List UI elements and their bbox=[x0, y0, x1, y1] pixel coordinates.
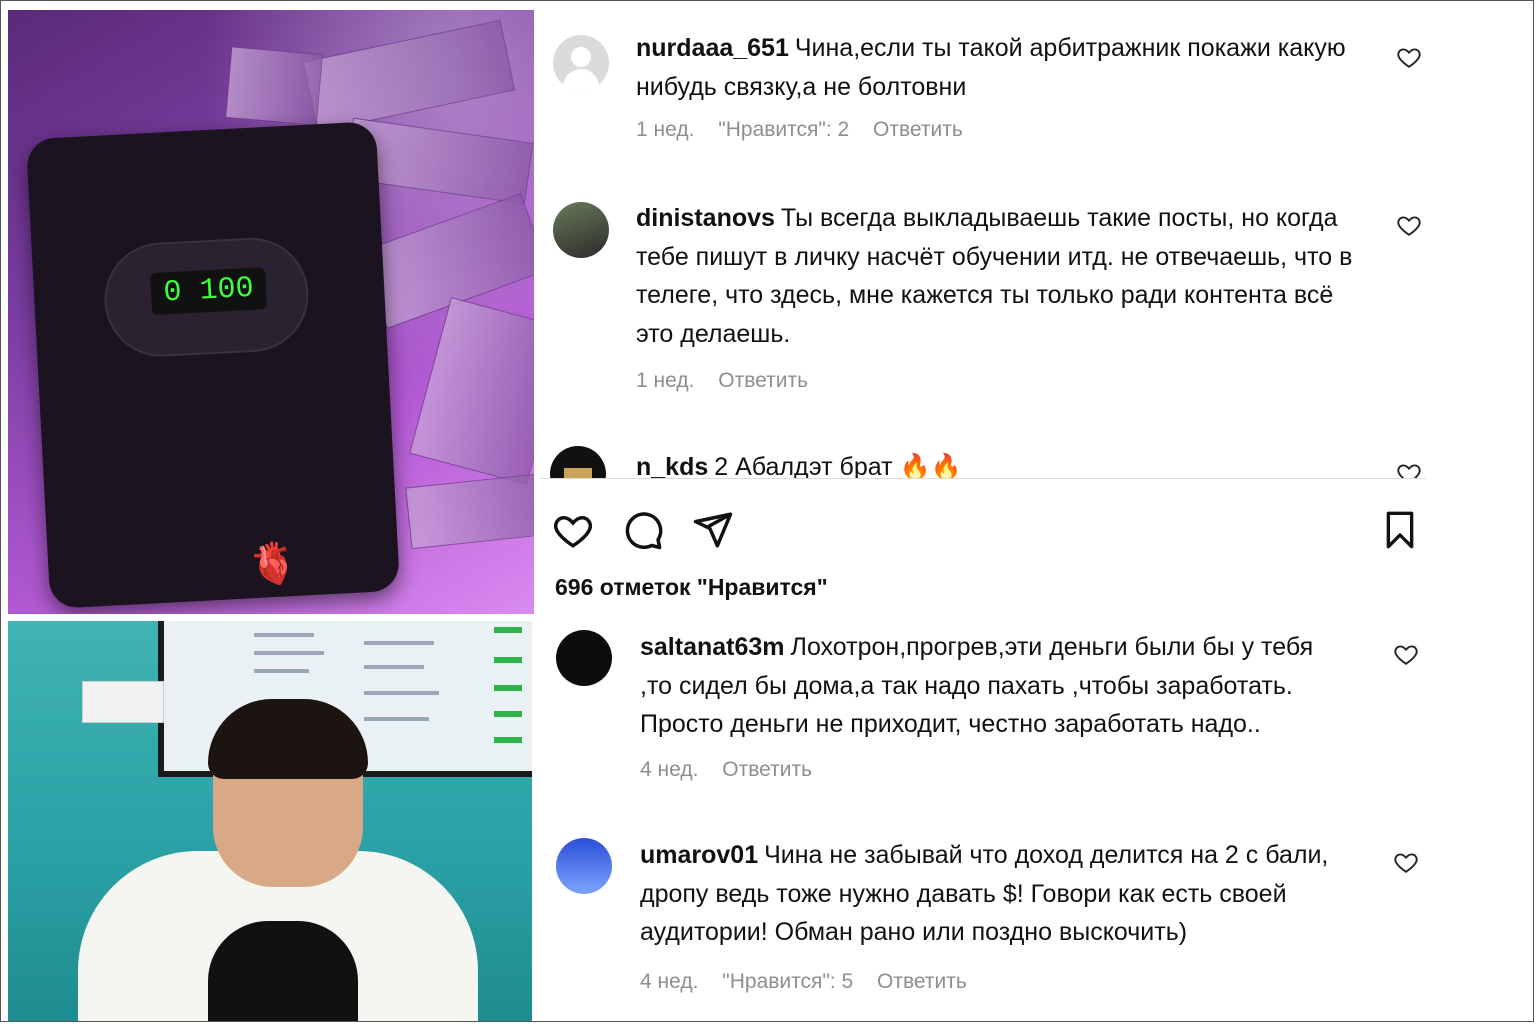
reply-button[interactable]: Ответить bbox=[718, 369, 808, 392]
comment-username[interactable]: umarov01 bbox=[640, 841, 758, 869]
black-bag bbox=[208, 921, 358, 1022]
banknote-stack bbox=[225, 46, 323, 126]
likes-count[interactable]: 696 отметок "Нравится" bbox=[555, 574, 828, 601]
comment-username[interactable]: dinistanovs bbox=[636, 204, 775, 232]
avatar[interactable] bbox=[553, 202, 609, 258]
heart-outline-icon[interactable] bbox=[1396, 212, 1422, 238]
comment-text: 2 Абалдэт брат 🔥🔥 bbox=[714, 453, 962, 478]
post-photo-money-counter: 0 100 🫀 bbox=[8, 10, 534, 614]
comment-time[interactable]: 1 нед. bbox=[636, 118, 694, 141]
avatar[interactable] bbox=[550, 446, 606, 478]
comment-item-partial: n_kds 2 Абалдэт брат 🔥🔥 bbox=[540, 438, 1440, 478]
heart-outline-icon[interactable] bbox=[1393, 849, 1419, 875]
comment-username[interactable]: n_kds bbox=[636, 453, 708, 478]
heart-outline-icon[interactable] bbox=[1393, 641, 1419, 667]
avatar[interactable] bbox=[553, 35, 609, 91]
comment-time[interactable]: 4 нед. bbox=[640, 970, 698, 993]
reply-button[interactable]: Ответить bbox=[722, 758, 812, 781]
banknote-stack bbox=[405, 472, 534, 550]
paper-plane-icon[interactable] bbox=[692, 508, 734, 552]
comment-username[interactable]: saltanat63m bbox=[640, 633, 785, 661]
counter-control-panel: 0 100 bbox=[101, 234, 312, 360]
comment-likes[interactable]: "Нравится": 2 bbox=[718, 118, 849, 141]
heart-outline-icon[interactable] bbox=[552, 508, 594, 552]
reply-button[interactable]: Ответить bbox=[877, 970, 967, 993]
avatar[interactable] bbox=[556, 838, 612, 894]
comment-username[interactable]: nurdaaa_651 bbox=[636, 34, 789, 62]
heart-outline-icon[interactable] bbox=[1396, 460, 1422, 478]
bookmark-icon[interactable] bbox=[1380, 508, 1420, 552]
comment-likes[interactable]: "Нравится": 5 bbox=[722, 970, 853, 993]
banknote-stack bbox=[302, 19, 516, 133]
divider bbox=[540, 478, 1426, 479]
banknote-stack bbox=[359, 193, 534, 329]
anatomical-heart-sticker: 🫀 bbox=[248, 542, 298, 586]
comment-time[interactable]: 1 нед. bbox=[636, 369, 694, 392]
money-counter-machine: 0 100 bbox=[25, 121, 401, 609]
counter-display: 0 100 bbox=[150, 267, 268, 316]
comment-time[interactable]: 4 нед. bbox=[640, 758, 698, 781]
banknote-stack bbox=[409, 296, 534, 486]
speech-bubble-icon[interactable] bbox=[622, 508, 664, 552]
reply-button[interactable]: Ответить bbox=[873, 118, 963, 141]
post-photo-person bbox=[8, 621, 532, 1022]
avatar[interactable] bbox=[556, 630, 612, 686]
wall-thermostat bbox=[82, 681, 164, 723]
heart-outline-icon[interactable] bbox=[1396, 44, 1422, 70]
